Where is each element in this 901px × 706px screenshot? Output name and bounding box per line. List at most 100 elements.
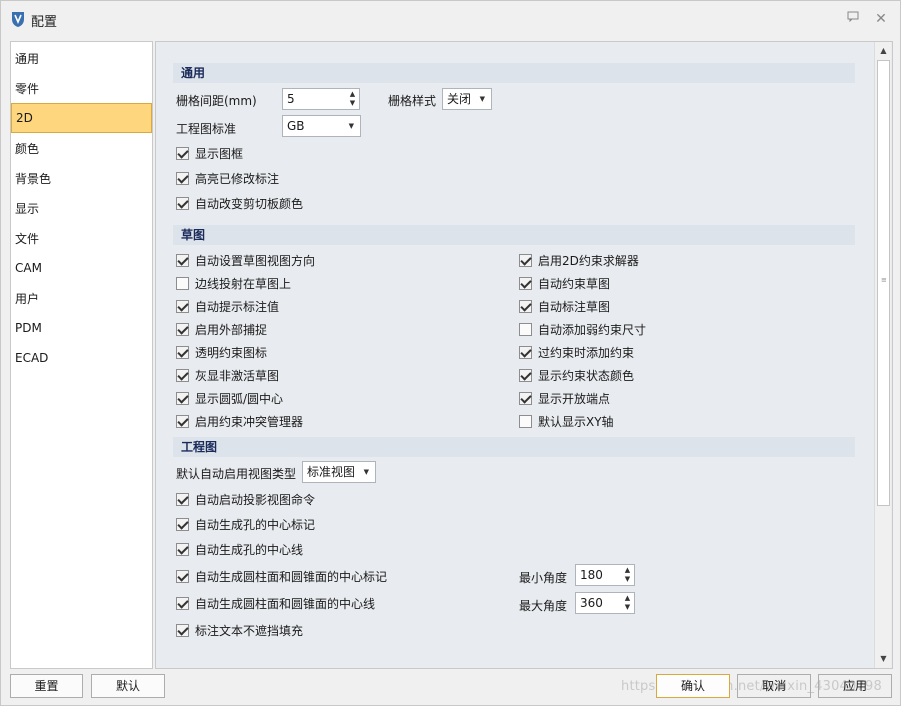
checkbox-box[interactable] xyxy=(176,623,189,637)
close-icon[interactable]: ✕ xyxy=(871,9,891,29)
drawing-checkbox-3[interactable]: 自动生成圆柱面和圆锥面的中心标记 xyxy=(176,568,387,584)
nav-item-part[interactable]: 零件 xyxy=(11,75,152,103)
sketch-right-checkbox-3[interactable]: 自动添加弱约束尺寸 xyxy=(519,321,646,337)
sketch-left-checkbox-6[interactable]: 显示圆弧/圆中心 xyxy=(176,390,283,406)
checkbox-box[interactable] xyxy=(519,299,532,313)
view-type-select[interactable]: 标准视图 ▼ xyxy=(302,461,376,483)
checkbox-box[interactable] xyxy=(176,492,189,506)
nav-item-general[interactable]: 通用 xyxy=(11,45,152,73)
sketch-right-checkbox-0[interactable]: 启用2D约束求解器 xyxy=(519,252,639,268)
checkbox-label: 边线投射在草图上 xyxy=(195,276,292,291)
scroll-down-icon[interactable]: ▼ xyxy=(877,652,890,665)
category-nav: 通用 零件 2D 颜色 背景色 显示 文件 CAM 用户 PDM ECAD xyxy=(10,41,153,669)
sketch-left-checkbox-3[interactable]: 启用外部捕捉 xyxy=(176,321,267,337)
section-drawing-heading: 工程图 xyxy=(173,437,855,457)
checkbox-box[interactable] xyxy=(519,368,532,382)
drawing-checkbox-2[interactable]: 自动生成孔的中心线 xyxy=(176,541,303,557)
cancel-button[interactable]: 取消 xyxy=(737,674,811,698)
scroll-up-icon[interactable]: ▲ xyxy=(877,44,890,57)
ok-button[interactable]: 确认 xyxy=(656,674,730,698)
checkbox-label: 自动启动投影视图命令 xyxy=(195,492,316,507)
checkbox-box[interactable] xyxy=(519,322,532,336)
sketch-right-checkbox-5[interactable]: 显示约束状态颜色 xyxy=(519,367,634,383)
sketch-left-checkbox-1[interactable]: 边线投射在草图上 xyxy=(176,275,291,291)
chevron-down-icon: ▼ xyxy=(363,468,369,476)
sketch-left-checkbox-5[interactable]: 灰显非激活草图 xyxy=(176,367,279,383)
spin-arrows-icon[interactable]: ▲ ▼ xyxy=(623,566,632,584)
checkbox-box[interactable] xyxy=(519,345,532,359)
nav-item-2d[interactable]: 2D xyxy=(11,103,152,133)
sketch-left-checkbox-7[interactable]: 启用约束冲突管理器 xyxy=(176,413,303,429)
checkbox-box[interactable] xyxy=(519,276,532,290)
nav-item-color[interactable]: 颜色 xyxy=(11,135,152,163)
drawing-standard-select[interactable]: GB ▼ xyxy=(282,115,361,137)
checkbox-box[interactable] xyxy=(176,276,189,290)
checkbox-label: 自动生成孔的中心线 xyxy=(195,542,304,557)
checkbox-label: 默认显示XY轴 xyxy=(538,414,614,429)
sketch-right-checkbox-2[interactable]: 自动标注草图 xyxy=(519,298,610,314)
nav-item-background[interactable]: 背景色 xyxy=(11,165,152,193)
checkbox-label: 自动生成孔的中心标记 xyxy=(195,517,316,532)
grid-spacing-stepper[interactable]: 5 ▲ ▼ xyxy=(282,88,360,110)
nav-item-display[interactable]: 显示 xyxy=(11,195,152,223)
feedback-icon[interactable] xyxy=(843,9,863,29)
title-bar[interactable]: 配置 ✕ xyxy=(1,1,900,37)
nav-item-pdm[interactable]: PDM xyxy=(11,314,152,342)
spin-arrows-icon[interactable]: ▲ ▼ xyxy=(348,90,357,108)
checkbox-box[interactable] xyxy=(176,517,189,531)
max-angle-stepper[interactable]: 360 ▲ ▼ xyxy=(575,592,635,614)
nav-item-cam[interactable]: CAM xyxy=(11,254,152,282)
checkbox-label: 自动设置草图视图方向 xyxy=(195,253,316,268)
checkbox-box[interactable] xyxy=(176,542,189,556)
checkbox-box[interactable] xyxy=(176,414,189,428)
checkbox-label: 启用2D约束求解器 xyxy=(538,253,639,268)
nav-item-ecad[interactable]: ECAD xyxy=(11,344,152,372)
nav-item-file[interactable]: 文件 xyxy=(11,225,152,253)
sketch-right-checkbox-4[interactable]: 过约束时添加约束 xyxy=(519,344,634,360)
checkbox-box[interactable] xyxy=(176,391,189,405)
scroll-thumb[interactable]: ≡ xyxy=(877,60,890,506)
reset-button[interactable]: 重置 xyxy=(10,674,83,698)
highlight-modified-dim-checkbox[interactable]: 高亮已修改标注 xyxy=(176,170,279,186)
checkbox-box[interactable] xyxy=(519,253,532,267)
section-sketch-heading: 草图 xyxy=(173,225,855,245)
checkbox-box[interactable] xyxy=(176,368,189,382)
drawing-checkbox-4[interactable]: 自动生成圆柱面和圆锥面的中心线 xyxy=(176,595,375,611)
spin-arrows-icon[interactable]: ▲ ▼ xyxy=(623,594,632,612)
checkbox-box[interactable] xyxy=(176,596,189,610)
show-frame-checkbox[interactable]: 显示图框 xyxy=(176,145,243,161)
grid-style-label: 栅格样式 xyxy=(388,94,437,108)
sketch-right-checkbox-7[interactable]: 默认显示XY轴 xyxy=(519,413,614,429)
drawing-checkbox-0[interactable]: 自动启动投影视图命令 xyxy=(176,491,315,507)
app-logo-icon xyxy=(12,12,24,27)
sketch-right-checkbox-1[interactable]: 自动约束草图 xyxy=(519,275,610,291)
view-type-label: 默认自动启用视图类型 xyxy=(176,467,297,481)
vertical-scrollbar[interactable]: ▲ ≡ ▼ xyxy=(874,42,891,668)
checkbox-label: 透明约束图标 xyxy=(195,345,268,360)
default-button[interactable]: 默认 xyxy=(91,674,165,698)
grid-style-select[interactable]: 关闭 ▼ xyxy=(442,88,492,110)
sketch-left-checkbox-0[interactable]: 自动设置草图视图方向 xyxy=(176,252,315,268)
auto-clipboard-color-checkbox[interactable]: 自动改变剪切板颜色 xyxy=(176,195,303,211)
checkbox-box[interactable] xyxy=(176,299,189,313)
sketch-left-checkbox-2[interactable]: 自动提示标注值 xyxy=(176,298,279,314)
checkbox-box[interactable] xyxy=(176,253,189,267)
grid-style-value: 关闭 xyxy=(447,92,472,106)
checkbox-box[interactable] xyxy=(176,171,189,185)
grip-icon: ≡ xyxy=(881,276,887,284)
checkbox-box[interactable] xyxy=(176,569,189,583)
nav-item-user[interactable]: 用户 xyxy=(11,285,152,313)
checkbox-box[interactable] xyxy=(519,391,532,405)
sketch-right-checkbox-6[interactable]: 显示开放端点 xyxy=(519,390,610,406)
drawing-checkbox-5[interactable]: 标注文本不遮挡填充 xyxy=(176,622,303,638)
checkbox-box[interactable] xyxy=(519,414,532,428)
checkbox-box[interactable] xyxy=(176,146,189,160)
checkbox-box[interactable] xyxy=(176,322,189,336)
sketch-left-checkbox-4[interactable]: 透明约束图标 xyxy=(176,344,267,360)
checkbox-label: 标注文本不遮挡填充 xyxy=(195,623,304,638)
checkbox-box[interactable] xyxy=(176,196,189,210)
min-angle-stepper[interactable]: 180 ▲ ▼ xyxy=(575,564,635,586)
drawing-checkbox-1[interactable]: 自动生成孔的中心标记 xyxy=(176,516,315,532)
apply-button[interactable]: 应用 xyxy=(818,674,892,698)
checkbox-box[interactable] xyxy=(176,345,189,359)
